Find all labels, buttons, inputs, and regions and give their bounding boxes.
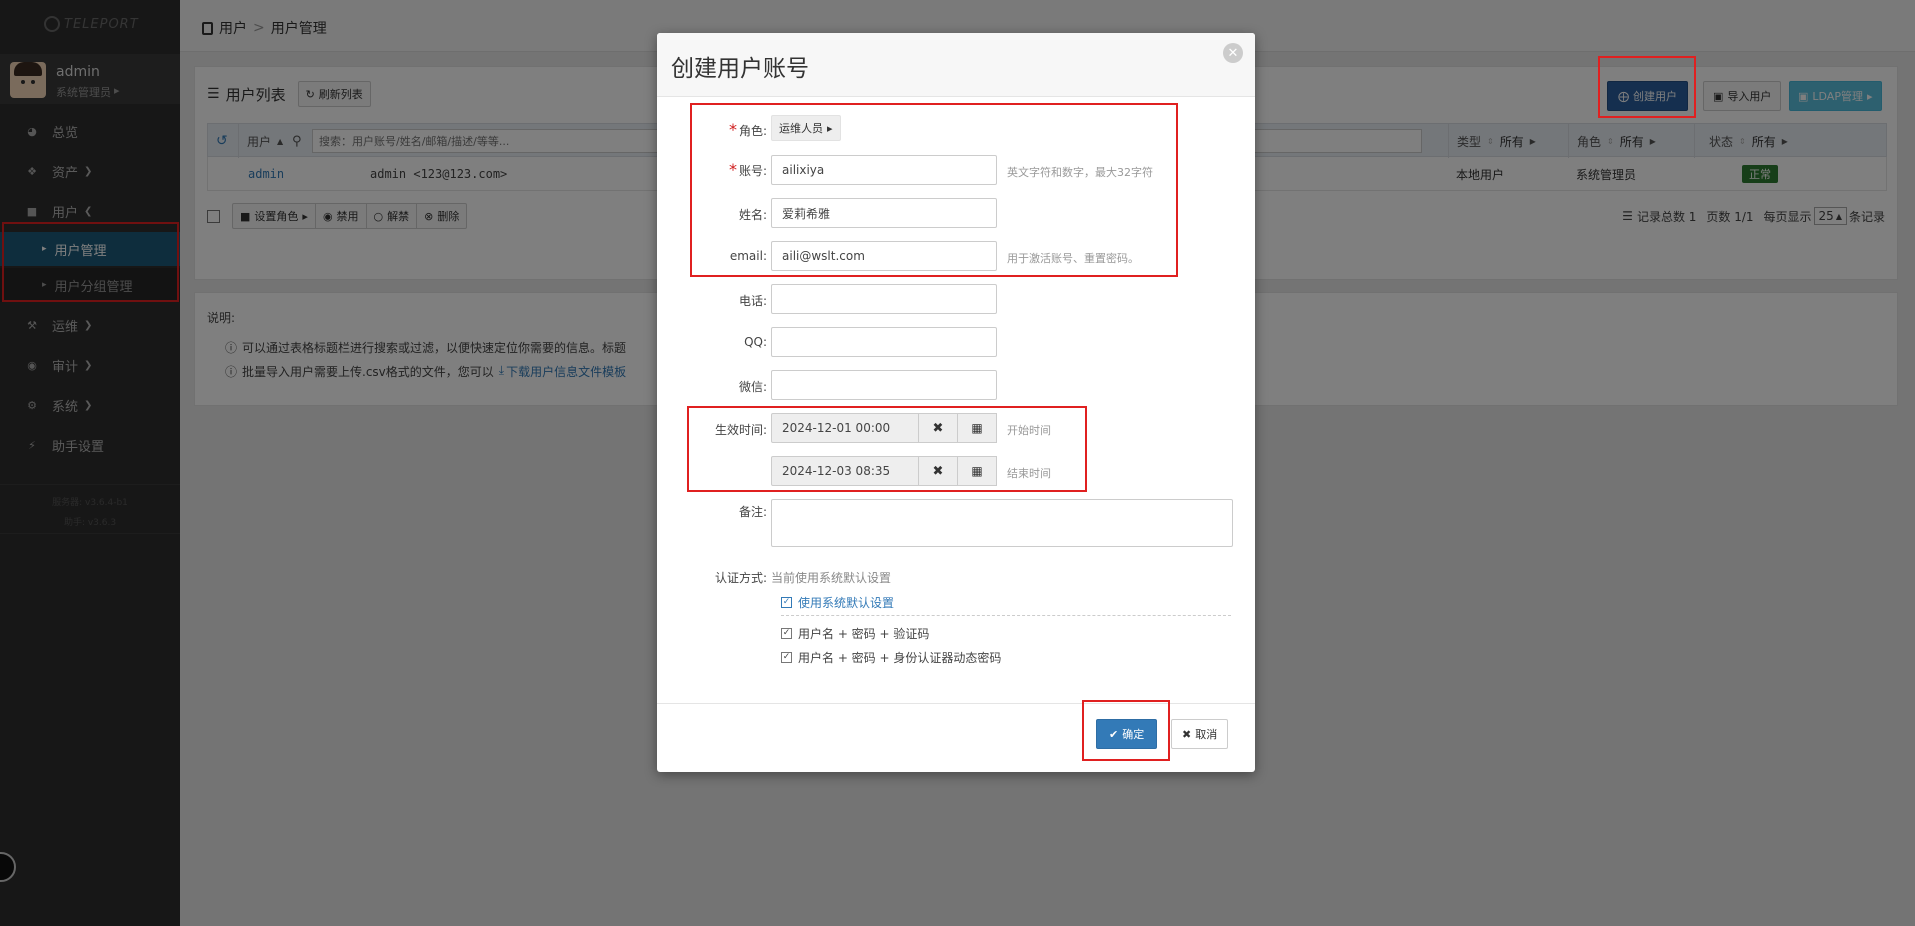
qq-label: QQ: [744, 335, 767, 349]
highlight-box-create-user [1598, 56, 1696, 118]
auth-current: 当前使用系统默认设置 [771, 571, 892, 585]
highlight-box-basic-info [690, 103, 1178, 277]
create-user-dialog: 创建用户账号 ✕ * 角色: 运维人员 ▸ * 账号: ailixiya 英文字符和数… [657, 33, 1255, 772]
close-icon[interactable]: ✕ [1223, 43, 1243, 63]
cancel-button[interactable]: ✖ 取消 [1171, 719, 1229, 749]
auth-option-password-captcha[interactable]: ✓ 用户名 + 密码 + 验证码 [781, 625, 929, 642]
auth-default-option[interactable]: ✓ 使用系统默认设置 [781, 594, 894, 611]
auth-divider [781, 615, 1231, 616]
wechat-input[interactable] [771, 370, 997, 400]
remark-label: 备注: [738, 505, 767, 519]
phone-input[interactable] [771, 284, 997, 314]
phone-label: 电话: [738, 294, 767, 308]
qq-row: QQ: [657, 327, 1255, 357]
app-root: TELEPORT admin 系统管理员▸ ◕总览 ❖资产❯ ■用户❮ ▸用户管… [0, 0, 1915, 926]
checkbox-checked-icon: ✓ [781, 628, 792, 639]
checkbox-checked-icon: ✓ [781, 652, 792, 663]
auth-row: 认证方式: 当前使用系统默认设置 ✓ 使用系统默认设置 ✓ 用户名 + 密码 + 验… [657, 567, 1255, 677]
modal-header: 创建用户账号 ✕ [657, 33, 1255, 97]
highlight-box-confirm [1082, 700, 1170, 761]
wechat-label: 微信: [738, 380, 767, 394]
wechat-row: 微信: [657, 370, 1255, 400]
times-icon: ✖ [1182, 727, 1192, 741]
remark-textarea[interactable] [771, 499, 1233, 547]
modal-title: 创建用户账号 [671, 56, 809, 82]
qq-input[interactable] [771, 327, 997, 357]
auth-option-password-otp[interactable]: ✓ 用户名 + 密码 + 身份认证器动态密码 [781, 649, 1001, 666]
phone-row: 电话: [657, 284, 1255, 314]
remark-row: 备注: [657, 499, 1255, 549]
checkbox-checked-icon: ✓ [781, 597, 792, 608]
highlight-box-valid-time [687, 406, 1087, 492]
auth-label: 认证方式: [714, 571, 767, 585]
